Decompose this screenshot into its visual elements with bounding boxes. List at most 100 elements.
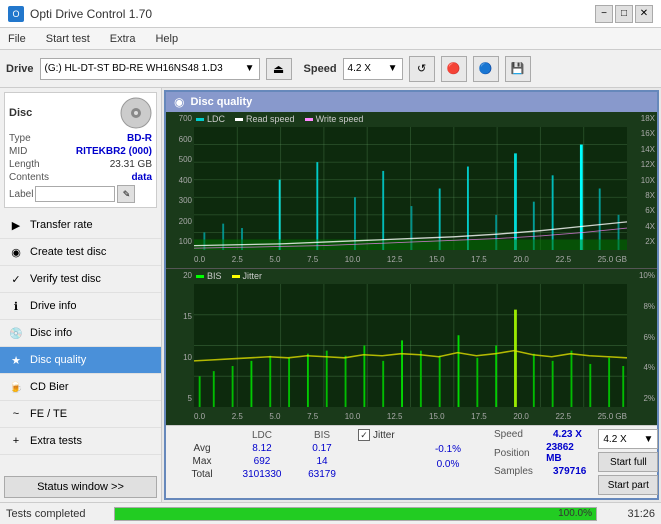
top-chart-plot xyxy=(194,127,627,250)
eject-button[interactable]: ⏏ xyxy=(266,58,292,80)
test-speed-dropdown[interactable]: 4.2 X ▼ xyxy=(598,429,658,449)
sidebar-item-fe-te[interactable]: ~ FE / TE xyxy=(0,401,161,428)
mid-key: MID xyxy=(9,146,27,157)
samples-row: Samples 379716 xyxy=(494,466,586,477)
samples-value: 379716 xyxy=(553,466,586,477)
label-edit-button[interactable]: ✎ xyxy=(117,185,135,203)
sidebar-item-disc-info[interactable]: 💿 Disc info xyxy=(0,320,161,347)
sidebar-item-label: Drive info xyxy=(30,300,76,312)
status-window-button[interactable]: Status window >> xyxy=(4,476,157,498)
position-value: 23862 MB xyxy=(546,442,586,464)
avg-ldc: 8.12 xyxy=(232,442,292,455)
drive-dropdown[interactable]: (G:) HL-DT-ST BD-RE WH16NS48 1.D3 ▼ xyxy=(40,58,260,80)
bottom-chart-y-axis-right: 10% 8% 6% 4% 2% xyxy=(627,269,657,405)
speed-row: Speed 4.23 X xyxy=(494,429,586,440)
statusbar: Tests completed 100.0% 31:26 xyxy=(0,502,661,524)
top-chart-x-axis: 0.0 2.5 5.0 7.5 10.0 12.5 15.0 17.5 20.0… xyxy=(194,250,627,268)
sidebar-item-label: FE / TE xyxy=(30,408,67,420)
top-chart-svg xyxy=(194,127,627,250)
elapsed-time: 31:26 xyxy=(605,508,655,520)
sidebar-item-label: Verify test disc xyxy=(30,273,101,285)
contents-value: data xyxy=(131,172,152,183)
jitter-checkbox[interactable]: ✓ xyxy=(358,429,370,441)
label-key: Label xyxy=(9,189,33,200)
position-row: Position 23862 MB xyxy=(494,442,586,464)
max-jitter: 0.0% xyxy=(418,458,478,471)
sidebar-item-cd-bier[interactable]: 🍺 CD Bier xyxy=(0,374,161,401)
toolbar: Drive (G:) HL-DT-ST BD-RE WH16NS48 1.D3 … xyxy=(0,50,661,88)
bottom-chart-y-axis-left: 20 15 10 5 xyxy=(166,269,194,405)
sidebar-item-transfer-rate[interactable]: ▶ Transfer rate xyxy=(0,212,161,239)
sidebar-item-disc-quality[interactable]: ★ Disc quality xyxy=(0,347,161,374)
bis-chart: BIS Jitter 20 15 10 5 xyxy=(166,269,657,425)
contents-key: Contents xyxy=(9,172,49,183)
close-button[interactable]: ✕ xyxy=(635,5,653,23)
titlebar: O Opti Drive Control 1.70 − □ ✕ xyxy=(0,0,661,28)
settings-button2[interactable]: 🔵 xyxy=(473,56,499,82)
sidebar-item-label: Transfer rate xyxy=(30,219,93,231)
sidebar-item-extra-tests[interactable]: + Extra tests xyxy=(0,428,161,455)
progress-percent: 100.0% xyxy=(558,508,592,520)
drive-label: Drive xyxy=(6,63,34,75)
progress-bar-container: 100.0% xyxy=(114,507,597,521)
minimize-button[interactable]: − xyxy=(595,5,613,23)
ldc-chart: LDC Read speed Write speed 700 xyxy=(166,112,657,269)
bottom-chart-x-axis: 0.0 2.5 5.0 7.5 10.0 12.5 15.0 17.5 20.0… xyxy=(194,407,627,425)
disc-info-icon: 💿 xyxy=(8,325,24,341)
fe-te-icon: ~ xyxy=(8,406,24,422)
transfer-rate-icon: ▶ xyxy=(8,217,24,233)
max-label: Max xyxy=(172,455,232,468)
top-chart-y-axis-right: 18X 16X 14X 12X 10X 8X 6X 4X 2X xyxy=(627,112,657,248)
speed-position-section: Speed 4.23 X Position 23862 MB Samples 3… xyxy=(494,429,586,477)
disc-quality-panel: ◉ Disc quality LDC Read speed xyxy=(164,90,659,500)
drive-info-icon: ℹ xyxy=(8,298,24,314)
chart-bottom-legend: BIS Jitter xyxy=(196,271,262,281)
jitter-checkbox-row: ✓ Jitter xyxy=(358,429,478,441)
disc-panel-title: Disc xyxy=(9,107,32,119)
disc-icon xyxy=(120,97,152,129)
settings-button1[interactable]: 🔴 xyxy=(441,56,467,82)
maximize-button[interactable]: □ xyxy=(615,5,633,23)
disc-quality-header-title: Disc quality xyxy=(190,96,252,108)
disc-quality-header: ◉ Disc quality xyxy=(166,92,657,112)
total-bis: 63179 xyxy=(292,468,352,481)
menu-start-test[interactable]: Start test xyxy=(42,31,94,47)
sidebar-item-label: Disc quality xyxy=(30,354,86,366)
sidebar-item-label: Extra tests xyxy=(30,435,82,447)
status-text: Tests completed xyxy=(6,508,106,520)
charts-area: LDC Read speed Write speed 700 xyxy=(166,112,657,425)
sidebar-item-verify-test-disc[interactable]: ✓ Verify test disc xyxy=(0,266,161,293)
disc-quality-header-icon: ◉ xyxy=(174,95,184,109)
ldc-legend: LDC xyxy=(196,114,225,124)
menu-help[interactable]: Help xyxy=(151,31,182,47)
app-icon: O xyxy=(8,6,24,22)
start-full-button[interactable]: Start full xyxy=(598,452,658,472)
sidebar-item-label: Create test disc xyxy=(30,246,106,258)
speed-avg-value: 4.23 X xyxy=(553,429,582,440)
type-key: Type xyxy=(9,133,31,144)
sidebar-item-create-test-disc[interactable]: ◉ Create test disc xyxy=(0,239,161,266)
jitter-legend: Jitter xyxy=(232,271,263,281)
refresh-button[interactable]: ↺ xyxy=(409,56,435,82)
cd-bier-icon: 🍺 xyxy=(8,379,24,395)
length-key: Length xyxy=(9,159,40,170)
app-title: Opti Drive Control 1.70 xyxy=(30,7,152,21)
avg-bis: 0.17 xyxy=(292,442,352,455)
avg-label: Avg xyxy=(172,442,232,455)
menu-file[interactable]: File xyxy=(4,31,30,47)
action-buttons: 4.2 X ▼ Start full Start part xyxy=(598,429,658,495)
max-bis: 14 xyxy=(292,455,352,468)
label-input[interactable] xyxy=(35,186,115,202)
mid-value: RITEKBR2 (000) xyxy=(76,146,152,157)
start-part-button[interactable]: Start part xyxy=(598,475,658,495)
total-label: Total xyxy=(172,468,232,481)
bottom-chart-svg xyxy=(194,284,627,407)
disc-panel: Disc Type BD-R MID RITEKBR2 (000) Length… xyxy=(4,92,157,208)
menu-extra[interactable]: Extra xyxy=(106,31,140,47)
content-area: ◉ Disc quality LDC Read speed xyxy=(162,88,661,502)
total-ldc: 3101330 xyxy=(232,468,292,481)
sidebar-item-drive-info[interactable]: ℹ Drive info xyxy=(0,293,161,320)
drive-value: (G:) HL-DT-ST BD-RE WH16NS48 1.D3 xyxy=(45,63,223,74)
save-button[interactable]: 💾 xyxy=(505,56,531,82)
speed-dropdown[interactable]: 4.2 X ▼ xyxy=(343,58,403,80)
